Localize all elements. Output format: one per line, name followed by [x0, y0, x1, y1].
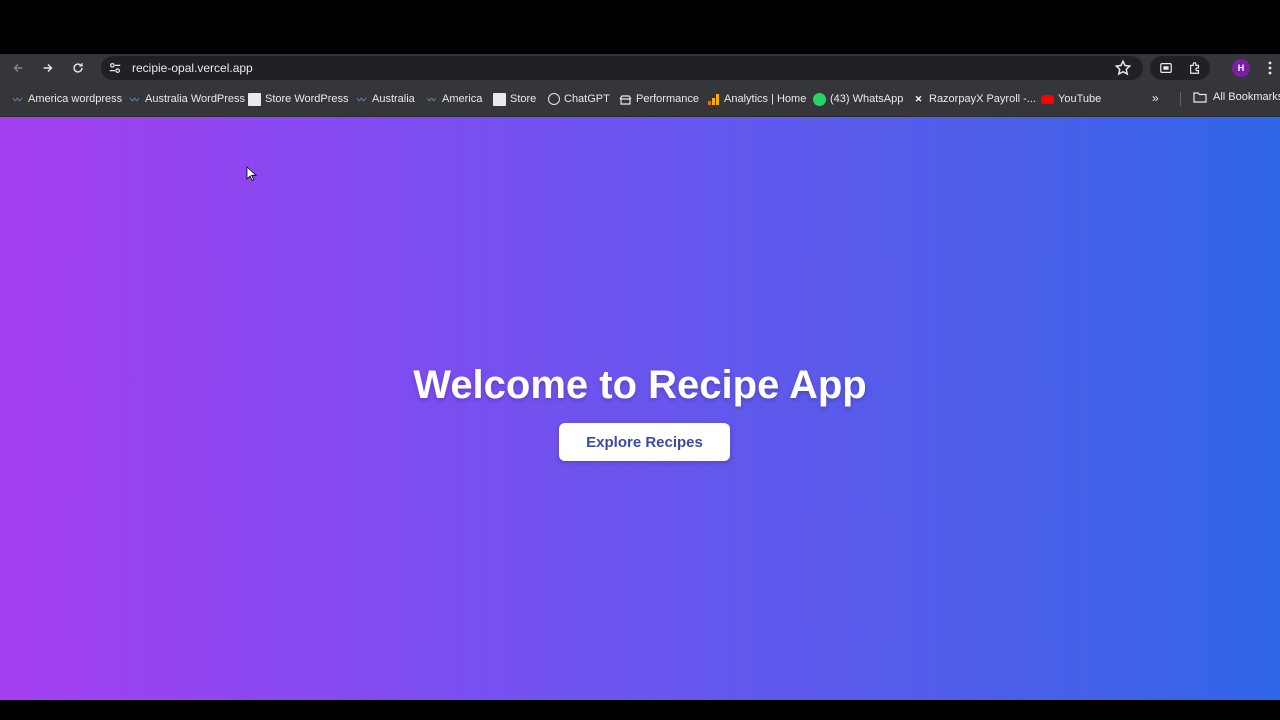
bookmark-label: Australia — [372, 93, 415, 105]
bookmark-item[interactable]: Store WordPress — [248, 91, 349, 107]
extensions-puzzle-icon[interactable] — [1188, 61, 1202, 75]
wordpress-icon: 〰 — [426, 94, 436, 105]
bookmark-label: YouTube — [1058, 93, 1102, 105]
youtube-icon — [1041, 94, 1054, 104]
performance-icon — [619, 93, 632, 106]
folder-icon — [1193, 92, 1207, 103]
bookmark-item[interactable]: YouTube — [1041, 91, 1101, 107]
tab-search-icon[interactable] — [1159, 61, 1173, 75]
analytics-icon — [707, 93, 720, 106]
bookmark-item[interactable]: 〰 Australia — [355, 91, 415, 107]
extensions-group — [1150, 56, 1210, 80]
page-title: Welcome to Recipe App — [413, 363, 867, 407]
address-bar[interactable]: recipie-opal.vercel.app — [101, 56, 1143, 80]
page-viewport: Welcome to Recipe App Explore Recipes — [0, 117, 1280, 700]
razorpay-icon: ✕ — [914, 93, 923, 104]
wordpress-icon: 〰 — [12, 94, 22, 105]
chatgpt-icon — [548, 93, 560, 105]
all-bookmarks-label: All Bookmarks — [1213, 91, 1280, 103]
bookmark-item[interactable]: Performance — [619, 91, 699, 107]
arrow-right-icon — [43, 64, 53, 72]
bookmark-item[interactable]: (43) WhatsApp — [813, 91, 903, 107]
letterbox-top — [0, 0, 1280, 54]
chevron-double-right-icon[interactable]: » — [1152, 91, 1168, 107]
bookmark-item[interactable]: ChatGPT — [548, 91, 610, 107]
bookmark-label: Performance — [636, 93, 699, 105]
store-icon — [493, 92, 506, 106]
browser-toolbar: recipie-opal.vercel.app H — [0, 54, 1280, 82]
bookmark-star-icon[interactable] — [1114, 59, 1132, 77]
url-text[interactable]: recipie-opal.vercel.app — [132, 60, 253, 76]
bookmarks-divider — [1180, 92, 1181, 106]
store-icon — [248, 92, 261, 106]
bookmark-item[interactable]: 〰 Australia WordPress — [128, 91, 245, 107]
bookmark-item[interactable]: ✕ RazorpayX Payroll -... — [912, 91, 1036, 107]
bookmark-item[interactable]: 〰 America wordpress — [11, 91, 122, 107]
arrow-left-icon — [13, 64, 23, 72]
bookmark-label: America — [442, 93, 483, 105]
browser-window: recipie-opal.vercel.app H 〰 America word… — [0, 54, 1280, 700]
bookmarks-bar: 〰 America wordpress 〰 Australia WordPres… — [0, 82, 1280, 117]
profile-avatar[interactable]: H — [1232, 59, 1250, 77]
wordpress-icon: 〰 — [129, 94, 139, 105]
bookmark-item[interactable]: Store — [493, 91, 536, 107]
bookmark-label: RazorpayX Payroll -... — [929, 93, 1036, 105]
site-settings-icon[interactable] — [108, 61, 122, 75]
bookmark-label: ChatGPT — [564, 93, 610, 105]
all-bookmarks-button[interactable]: All Bookmarks — [1193, 91, 1280, 103]
reload-icon — [73, 63, 83, 73]
back-button[interactable] — [8, 58, 28, 78]
bookmark-label: Australia WordPress — [145, 93, 246, 105]
bookmark-label: Store WordPress — [265, 93, 349, 105]
forward-button[interactable] — [38, 58, 58, 78]
bookmark-item[interactable]: 〰 America — [425, 91, 482, 107]
bookmark-item[interactable]: Analytics | Home — [707, 91, 806, 107]
explore-recipes-button[interactable]: Explore Recipes — [559, 423, 730, 461]
whatsapp-icon — [813, 92, 826, 106]
bookmark-label: America wordpress — [28, 93, 123, 105]
wordpress-icon: 〰 — [356, 94, 366, 105]
mouse-cursor-icon — [246, 166, 258, 182]
bookmark-label: Store — [510, 93, 537, 105]
kebab-menu-icon[interactable] — [1262, 60, 1278, 76]
reload-button[interactable] — [68, 58, 88, 78]
bookmark-label: Analytics | Home — [724, 93, 807, 105]
bookmark-label: (43) WhatsApp — [830, 93, 904, 105]
letterbox-bottom — [0, 700, 1280, 720]
